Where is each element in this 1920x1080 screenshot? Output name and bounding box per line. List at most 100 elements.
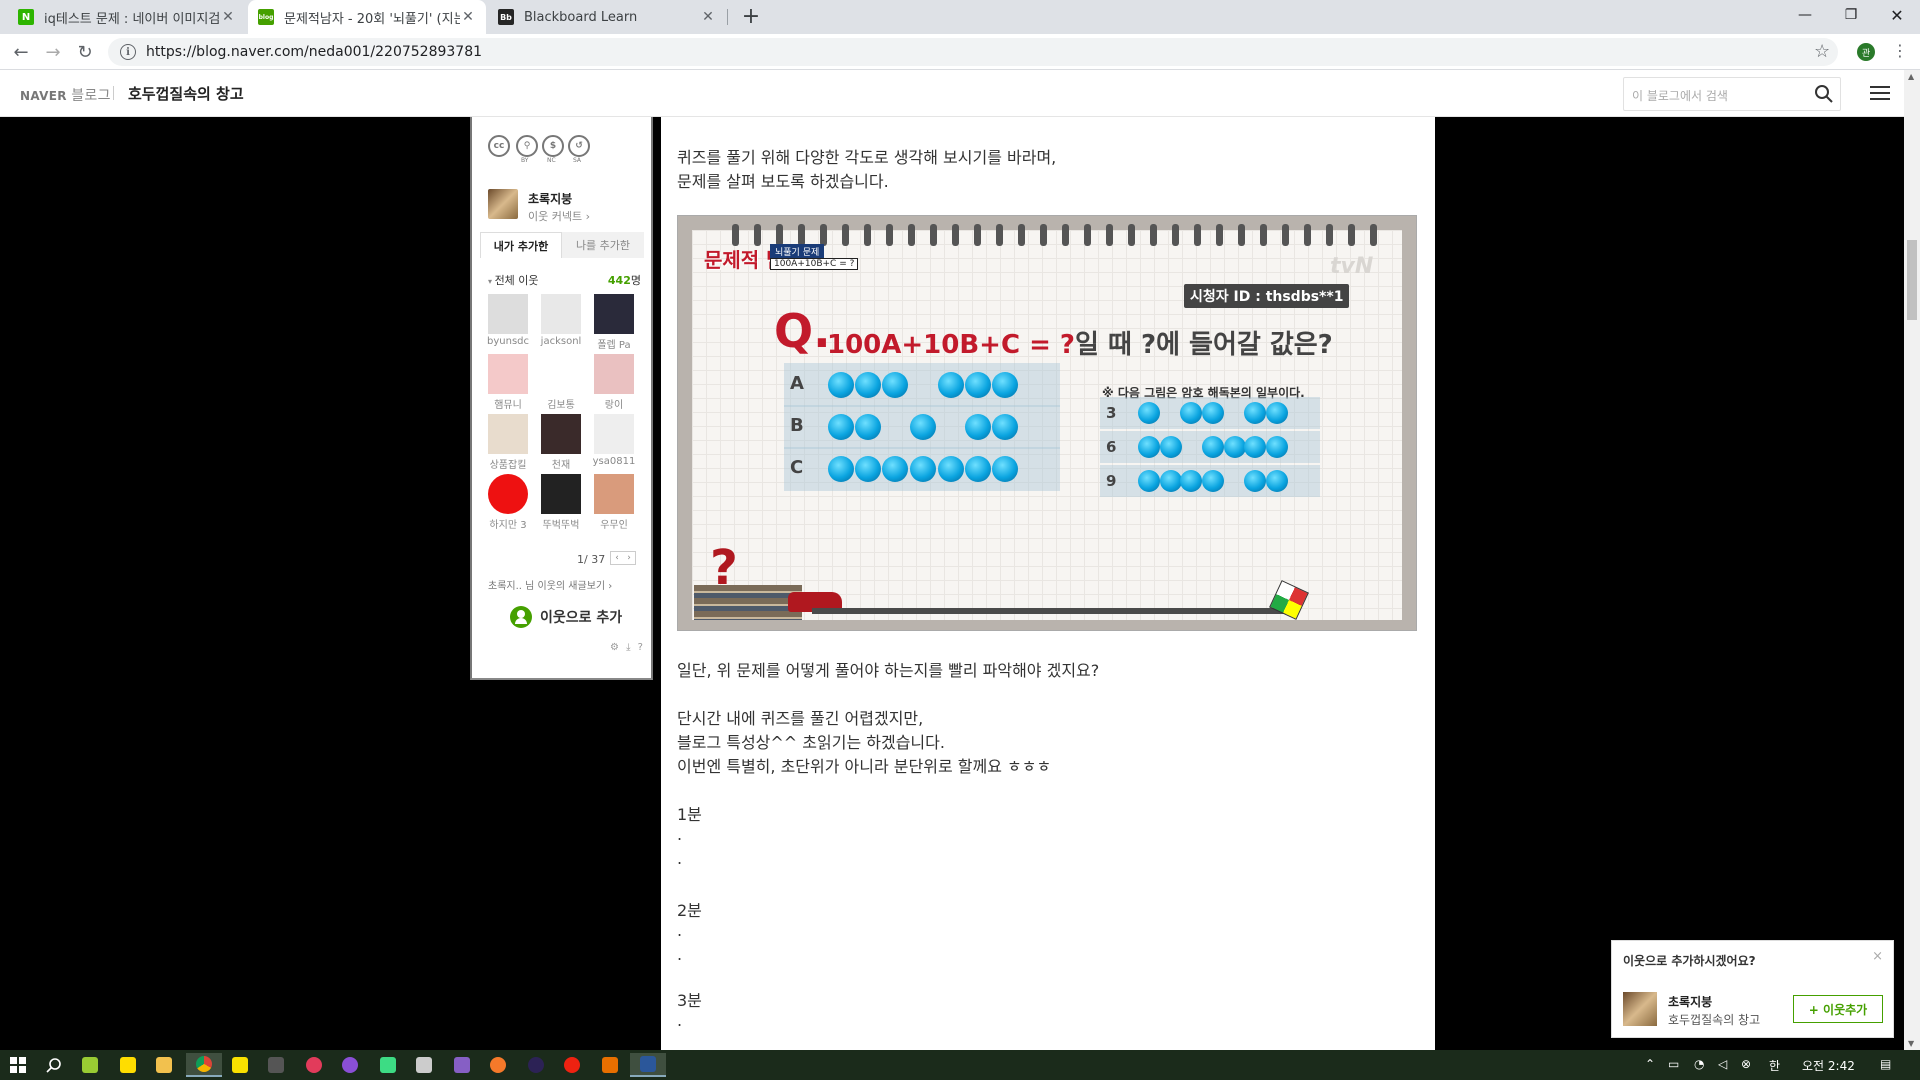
neighbor-avatar[interactable]	[488, 354, 528, 394]
sticky-notes-icon[interactable]	[110, 1053, 146, 1077]
neighbor-name[interactable]: byunsdc	[482, 336, 534, 347]
vertical-scrollbar[interactable]: ▲ ▼	[1904, 70, 1920, 1050]
neighbor-avatar[interactable]	[594, 414, 634, 454]
eclipse-icon[interactable]	[518, 1053, 554, 1077]
scroll-up-icon[interactable]: ▲	[1908, 72, 1914, 81]
neighbor-avatar[interactable]	[594, 294, 634, 334]
word-icon[interactable]	[630, 1053, 666, 1077]
reload-icon[interactable]: ↻	[73, 40, 97, 64]
close-icon[interactable]: ×	[1872, 949, 1883, 964]
chrome-icon[interactable]	[186, 1053, 222, 1077]
media-app-icon[interactable]	[296, 1053, 332, 1077]
visual-studio-icon[interactable]	[444, 1053, 480, 1077]
neighbor-name[interactable]: 랑이	[588, 396, 640, 411]
search-icon[interactable]	[36, 1053, 72, 1077]
neighbor-avatar[interactable]	[541, 414, 581, 454]
all-neighbors-dropdown[interactable]: ▾ 전체 이웃	[488, 272, 539, 288]
address-bar[interactable]: i https://blog.naver.com/neda001/2207528…	[108, 38, 1838, 66]
neighbor-name[interactable]: 천재	[535, 456, 587, 471]
purple-app-icon[interactable]	[332, 1053, 368, 1077]
wifi-icon[interactable]: ◔	[1694, 1057, 1704, 1071]
pen-app-icon[interactable]	[72, 1053, 108, 1077]
neighbor-item[interactable]: 김보통	[535, 354, 587, 411]
blog-search-input[interactable]: 이 블로그에서 검색	[1623, 77, 1841, 111]
status-icon[interactable]: ⊗	[1741, 1057, 1751, 1071]
tab-added-me[interactable]: 나를 추가한	[562, 232, 644, 258]
widget-tools[interactable]: ⚙ ⤓ ?	[610, 642, 645, 653]
neighbor-name[interactable]: ysa0811	[588, 456, 640, 467]
add-neighbor-button[interactable]: + 이웃추가	[1793, 995, 1883, 1023]
naver-blog-logo[interactable]: NAVER 블로그	[20, 85, 111, 105]
neighbor-name[interactable]: 상품잡킬	[482, 456, 534, 471]
neighbor-avatar[interactable]	[541, 354, 581, 394]
neighbor-item[interactable]: ysa0811	[588, 414, 640, 467]
scrollbar-thumb[interactable]	[1907, 240, 1917, 320]
neighbor-avatar[interactable]	[488, 294, 528, 334]
windows-start-icon[interactable]	[0, 1053, 36, 1077]
close-window-button[interactable]: ✕	[1874, 0, 1920, 30]
close-tab-icon[interactable]: ✕	[220, 9, 236, 25]
blog-name[interactable]: 호두껍질속의 창고	[128, 83, 244, 104]
tab-added-by-me[interactable]: 내가 추가한	[480, 232, 562, 258]
restore-button[interactable]: ❐	[1828, 0, 1874, 30]
java-icon[interactable]	[592, 1053, 628, 1077]
profile-avatar[interactable]: 관	[1857, 43, 1875, 61]
neighbor-avatar[interactable]	[594, 474, 634, 514]
hamburger-menu-icon[interactable]	[1870, 86, 1890, 102]
neighbor-connect-link[interactable]: 이웃 커넥트 ›	[528, 208, 590, 224]
neighbor-name[interactable]: jacksonl	[535, 336, 587, 347]
file-explorer-icon[interactable]	[146, 1053, 182, 1077]
next-page-icon[interactable]: ›	[627, 553, 631, 563]
red-app-icon[interactable]	[554, 1053, 590, 1077]
calculator-icon[interactable]	[258, 1053, 294, 1077]
minimize-button[interactable]: —	[1782, 0, 1828, 30]
neighbor-name[interactable]: 뚜벅뚜벅	[535, 516, 587, 531]
volume-icon[interactable]: ◁	[1718, 1057, 1727, 1071]
add-neighbor-button[interactable]: 이웃으로 추가	[510, 605, 622, 629]
neighbor-item[interactable]: 상품잡킬	[482, 414, 534, 471]
neighbor-item[interactable]: 폴렙 Pa	[588, 294, 640, 351]
neighbor-name[interactable]: 햄뮤니	[482, 396, 534, 411]
neighbor-item[interactable]: 천재	[535, 414, 587, 471]
kakaotalk-icon[interactable]	[222, 1053, 258, 1077]
neighbor-item[interactable]: 햄뮤니	[482, 354, 534, 411]
scroll-down-icon[interactable]: ▼	[1908, 1039, 1914, 1048]
neighbor-item[interactable]: byunsdc	[482, 294, 534, 347]
tab-blog-post[interactable]: blog 문제적남자 - 20회 '뇌풀기' (지는 ✕	[248, 0, 486, 34]
neighbor-name[interactable]: 우무인	[588, 516, 640, 531]
neighbor-item[interactable]: 뚜벅뚜벅	[535, 474, 587, 531]
neighbor-avatar[interactable]	[488, 474, 528, 514]
unity-icon[interactable]	[406, 1053, 442, 1077]
neighbor-item[interactable]: 랑이	[588, 354, 640, 411]
tray-chevron-icon[interactable]: ⌃	[1645, 1057, 1655, 1071]
avatar[interactable]	[488, 189, 518, 219]
profile-name[interactable]: 초록지붕	[528, 190, 572, 207]
neighbor-name[interactable]: 김보통	[535, 396, 587, 411]
neighbor-name[interactable]: 폴렙 Pa	[588, 336, 640, 351]
prev-page-icon[interactable]: ‹	[615, 553, 619, 563]
bookmark-star-icon[interactable]: ☆	[1814, 41, 1830, 62]
forward-arrow-icon[interactable]: →	[41, 40, 65, 64]
neighbor-news-link[interactable]: 초록지.. 님 이웃의 새글보기 ›	[488, 577, 612, 592]
notification-icon[interactable]: ▤	[1880, 1057, 1891, 1071]
neighbor-item[interactable]: 하지만 3	[482, 474, 534, 531]
blender-icon[interactable]	[480, 1053, 516, 1077]
neighbor-item[interactable]: jacksonl	[535, 294, 587, 347]
neighbor-avatar[interactable]	[541, 474, 581, 514]
close-tab-icon[interactable]: ✕	[460, 9, 476, 25]
neighbor-avatar[interactable]	[541, 294, 581, 334]
tab-blackboard[interactable]: Bb Blackboard Learn ✕	[488, 0, 726, 34]
neighbor-item[interactable]: 우무인	[588, 474, 640, 531]
tab-naver-image[interactable]: N iq테스트 문제 : 네이버 이미지검 ✕	[8, 0, 246, 34]
android-studio-icon[interactable]	[370, 1053, 406, 1077]
info-icon[interactable]: i	[120, 44, 136, 60]
battery-icon[interactable]: ▭	[1668, 1057, 1679, 1071]
neighbor-avatar[interactable]	[488, 414, 528, 454]
new-tab-button[interactable]: +	[738, 4, 764, 30]
search-icon[interactable]	[1814, 84, 1834, 104]
menu-kebab-icon[interactable]: ⋮	[1892, 41, 1908, 60]
clock[interactable]: 오전 2:42	[1802, 1057, 1855, 1074]
neighbor-name[interactable]: 하지만 3	[482, 516, 534, 531]
ime-indicator[interactable]: 한	[1769, 1057, 1780, 1074]
quiz-image[interactable]: 문제적 남자 뇌풀기 문제 100A+10B+C = ? tvN 시청자 ID …	[677, 215, 1417, 631]
